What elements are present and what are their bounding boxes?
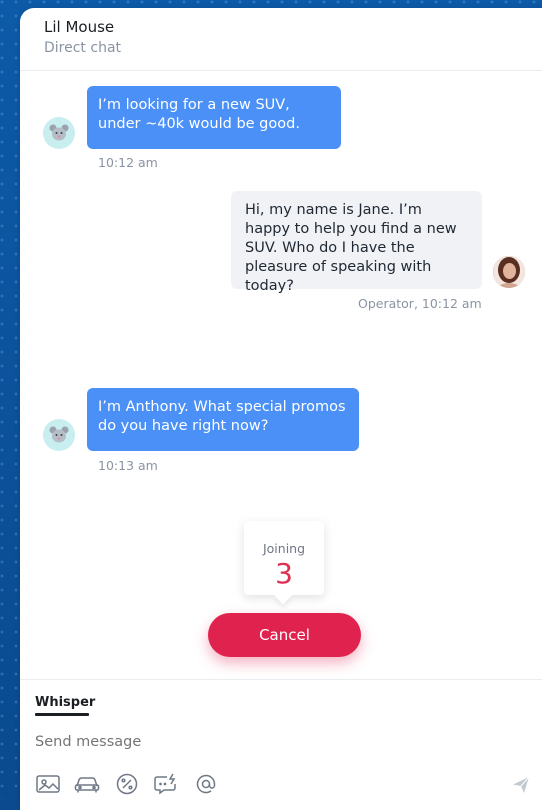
customer-avatar	[43, 117, 75, 149]
message-bubble-customer: I’m looking for a new SUV, under ~40k wo…	[87, 86, 341, 149]
tab-active-indicator	[35, 713, 89, 716]
image-icon[interactable]	[35, 772, 61, 796]
joining-count: 3	[275, 557, 293, 590]
message-bubble-customer: I’m Anthony. What special promos do you …	[87, 388, 359, 451]
message-composer: Whisper	[20, 679, 542, 810]
send-icon[interactable]	[512, 776, 532, 796]
tab-whisper[interactable]: Whisper	[35, 695, 95, 710]
message-timestamp: 10:12 am	[98, 155, 158, 170]
cancel-button[interactable]: Cancel	[208, 613, 361, 657]
percent-icon[interactable]	[114, 772, 140, 796]
message-timestamp: 10:13 am	[98, 458, 158, 473]
joining-countdown: Joining 3	[244, 521, 324, 595]
operator-photo	[493, 256, 525, 288]
chat-panel: Lil Mouse Direct chat I’m looking for a …	[20, 8, 542, 810]
quick-reply-icon[interactable]	[153, 772, 179, 796]
customer-avatar	[43, 419, 75, 451]
joining-label: Joining	[262, 541, 306, 556]
car-icon[interactable]	[74, 772, 100, 796]
contact-name: Lil Mouse	[44, 18, 115, 36]
chat-type-label: Direct chat	[44, 40, 122, 56]
message-timestamp: Operator, 10:12 am	[358, 296, 482, 311]
chat-header: Lil Mouse Direct chat	[20, 8, 542, 71]
message-bubble-operator: Hi, my name is Jane. I’m happy to help y…	[231, 191, 482, 294]
mouse-icon	[49, 426, 69, 443]
message-input[interactable]	[35, 734, 495, 750]
mouse-icon	[49, 124, 69, 141]
at-icon[interactable]	[193, 772, 219, 796]
operator-avatar	[493, 256, 525, 288]
